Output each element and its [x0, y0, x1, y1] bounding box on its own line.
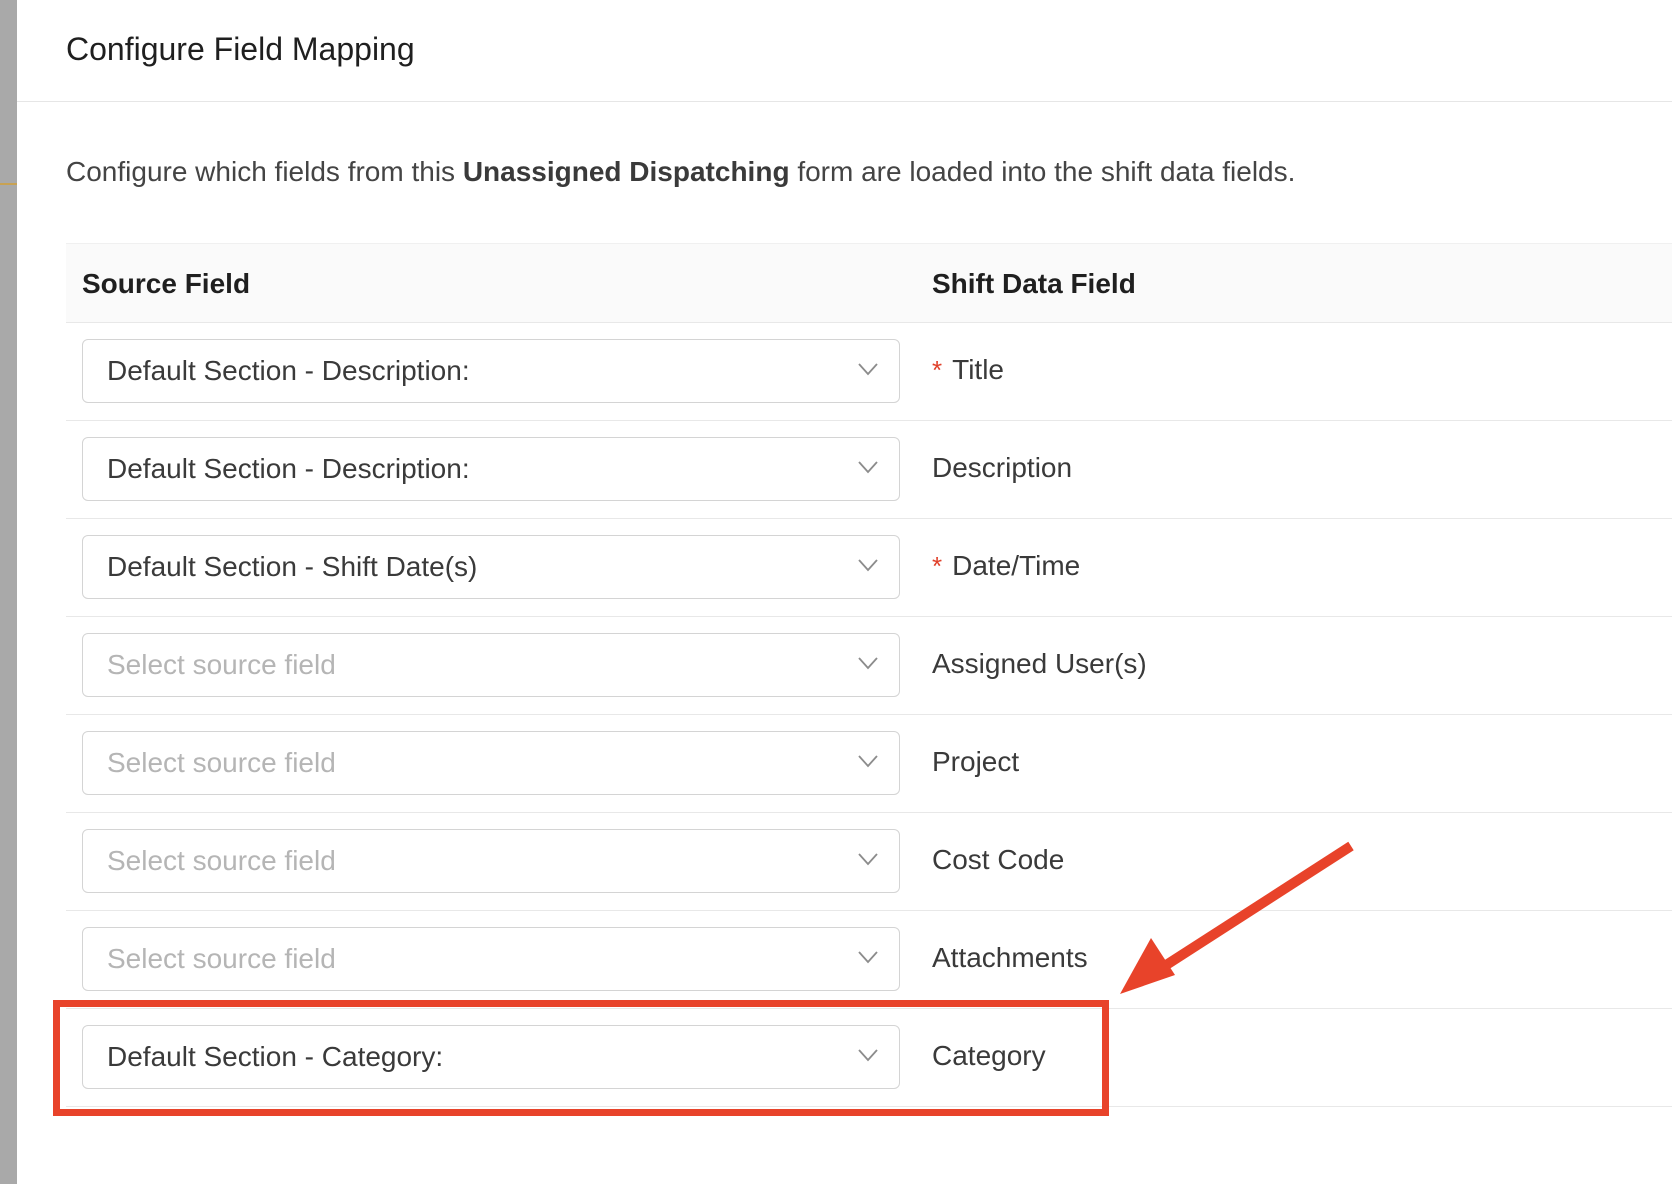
select-value: Default Section - Description:	[107, 355, 470, 386]
field-mapping-table: Source Field Shift Data Field Default Se…	[66, 243, 1672, 1107]
shift-data-field-label: Category	[932, 1039, 1046, 1073]
source-field-select[interactable]: Select source field	[82, 927, 900, 991]
table-row: Select source field Attachments	[66, 911, 1672, 1009]
shift-data-field-label: Attachments	[932, 941, 1088, 975]
description-prefix: Configure which fields from this	[66, 156, 463, 187]
shift-data-field-label: Cost Code	[932, 843, 1064, 877]
shift-data-field-text: Attachments	[932, 942, 1088, 973]
source-field-select[interactable]: Select source field	[82, 633, 900, 697]
modal-title: Configure Field Mapping	[66, 31, 415, 67]
shift-data-field-text: Title	[952, 354, 1004, 385]
source-field-select[interactable]: Default Section - Description:	[82, 339, 900, 403]
table-row: Default Section - Shift Date(s) * Date/Tim…	[66, 519, 1672, 617]
select-placeholder: Select source field	[107, 845, 336, 876]
chevron-down-icon	[858, 853, 878, 866]
shift-data-field-text: Date/Time	[952, 550, 1081, 581]
select-value: Default Section - Shift Date(s)	[107, 551, 478, 582]
shift-data-field-label: Assigned User(s)	[932, 647, 1147, 681]
page: Configure Field Mapping Configure which …	[0, 0, 1672, 1184]
column-header-source-field: Source Field	[82, 268, 251, 299]
modal-description: Configure which fields from this Unassig…	[66, 155, 1295, 189]
shift-data-field-text: Category	[932, 1040, 1046, 1071]
table-row: Default Section - Category: Category	[66, 1009, 1672, 1107]
shift-data-field-text: Description	[932, 452, 1073, 483]
background-accent-line	[0, 183, 17, 185]
shift-data-field-label: Description	[932, 451, 1072, 485]
select-placeholder: Select source field	[107, 649, 336, 680]
table-row: Default Section - Description: Descriptio…	[66, 421, 1672, 519]
shift-data-field-label: * Date/Time	[932, 549, 1080, 583]
chevron-down-icon	[858, 1049, 878, 1062]
select-value: Default Section - Description:	[107, 453, 470, 484]
source-field-select[interactable]: Select source field	[82, 731, 900, 795]
shift-data-field-text: Cost Code	[932, 844, 1065, 875]
shift-data-field-text: Project	[932, 746, 1020, 777]
chevron-down-icon	[858, 657, 878, 670]
select-placeholder: Select source field	[107, 943, 336, 974]
source-field-select[interactable]: Default Section - Category:	[82, 1025, 900, 1089]
form-name: Unassigned Dispatching	[462, 156, 790, 187]
shift-data-field-label: * Title	[932, 353, 1004, 387]
table-body: Default Section - Description: * Title Defa…	[66, 323, 1672, 1107]
select-placeholder: Select source field	[107, 747, 336, 778]
chevron-down-icon	[858, 755, 878, 768]
description-suffix: form are loaded into the shift data fiel…	[789, 156, 1296, 187]
table-row: Default Section - Description: * Title	[66, 323, 1672, 421]
source-field-select[interactable]: Select source field	[82, 829, 900, 893]
column-header-shift-data-field: Shift Data Field	[932, 268, 1136, 299]
chevron-down-icon	[858, 461, 878, 474]
source-field-select[interactable]: Default Section - Shift Date(s)	[82, 535, 900, 599]
table-header: Source Field Shift Data Field	[66, 243, 1672, 323]
source-field-select[interactable]: Default Section - Description:	[82, 437, 900, 501]
background-page-strip	[0, 0, 17, 1184]
required-marker: *	[932, 551, 943, 581]
chevron-down-icon	[858, 951, 878, 964]
select-value: Default Section - Category:	[107, 1041, 444, 1072]
table-row: Select source field Project	[66, 715, 1672, 813]
modal-header: Configure Field Mapping	[17, 0, 1672, 102]
field-mapping-modal: Configure Field Mapping Configure which …	[17, 0, 1672, 1184]
chevron-down-icon	[858, 559, 878, 572]
required-marker: *	[932, 355, 943, 385]
table-row: Select source field Assigned User(s)	[66, 617, 1672, 715]
chevron-down-icon	[858, 363, 878, 376]
shift-data-field-text: Assigned User(s)	[932, 648, 1147, 679]
shift-data-field-label: Project	[932, 745, 1019, 779]
table-row: Select source field Cost Code	[66, 813, 1672, 911]
